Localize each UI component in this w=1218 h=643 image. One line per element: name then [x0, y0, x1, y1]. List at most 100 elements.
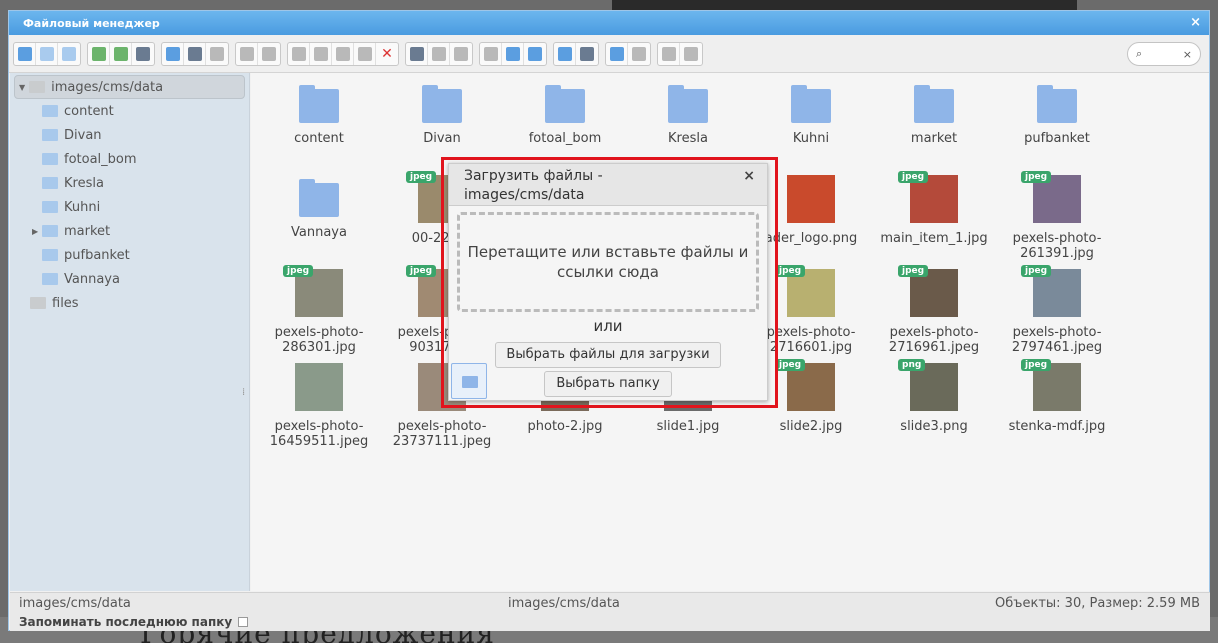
paste-button[interactable]	[332, 42, 354, 65]
select-icon	[431, 46, 446, 61]
file-item[interactable]: jpeg pexels-photo-261391.jpg	[997, 171, 1117, 261]
tree-item-files[interactable]: files	[10, 291, 249, 315]
file-name: Kresla	[668, 131, 708, 146]
file-type-badge: png	[898, 359, 926, 371]
up-button[interactable]	[58, 43, 80, 65]
folder-item[interactable]: Divan	[382, 81, 502, 146]
archive-button[interactable]	[628, 43, 650, 65]
tree-item-content[interactable]: content	[10, 99, 249, 123]
file-item[interactable]: jpeg pexels-photo-2797461.jpeg	[997, 265, 1117, 355]
resize-button[interactable]	[450, 43, 472, 65]
folder-item[interactable]: Kuhni	[751, 81, 871, 146]
file-type-badge: jpeg	[406, 265, 437, 277]
splitter-handle[interactable]: ⁞	[242, 387, 245, 398]
remember-folder-label: Запоминать последнюю папку	[19, 614, 233, 629]
tree-item-fotoal_bom[interactable]: fotoal_bom	[10, 147, 249, 171]
file-item[interactable]: pexels-photo-16459511.jpeg	[259, 363, 379, 449]
file-item[interactable]: jpeg pexels-photo-286301.jpg	[259, 265, 379, 355]
view-icons-icon	[483, 46, 498, 61]
folder-item[interactable]: pufbanket	[997, 81, 1117, 146]
toolbar-group	[605, 41, 651, 66]
folder-item[interactable]: content	[259, 81, 379, 146]
back-button[interactable]	[14, 42, 36, 65]
file-name: content	[294, 131, 344, 146]
file-type-badge: jpeg	[1021, 359, 1052, 371]
drive-icon	[29, 81, 46, 93]
cut-button[interactable]	[310, 42, 332, 65]
tree-item-label: Kuhni	[64, 199, 101, 215]
duplicate-icon	[409, 46, 424, 61]
toolbar: ✕ ⌕ ×	[9, 35, 1209, 73]
tree-item-kresla[interactable]: Kresla	[10, 171, 249, 195]
folder-item[interactable]: Kresla	[628, 81, 748, 146]
folder-item[interactable]: Vannaya	[259, 175, 379, 240]
status-path: images/cms/data	[19, 596, 131, 611]
view-list-icon	[528, 46, 542, 61]
mkfile-button[interactable]	[88, 42, 110, 65]
up-icon	[62, 46, 76, 61]
rename-button[interactable]	[606, 42, 628, 65]
empty-button[interactable]: ✕	[376, 43, 398, 65]
file-item[interactable]: jpeg pexels-photo-2716961.jpeg	[874, 265, 994, 355]
file-name: pexels-photo-286301.jpg	[274, 325, 364, 355]
expand-icon[interactable]: ▶	[32, 227, 38, 236]
copy-button[interactable]	[288, 42, 310, 65]
file-item[interactable]: jpeg stenka-mdf.jpg	[997, 359, 1117, 434]
file-type-badge: jpeg	[898, 171, 929, 183]
folder-icon	[299, 85, 339, 123]
preview-button[interactable]	[554, 42, 576, 65]
copy-icon	[291, 46, 306, 61]
file-name: pexels-photo-2797461.jpeg	[1011, 325, 1103, 355]
image-thumbnail	[787, 175, 835, 223]
folder-icon	[914, 85, 954, 123]
help-button[interactable]	[680, 43, 702, 65]
toolbar-group	[235, 41, 281, 66]
tree-item-kuhni[interactable]: Kuhni	[10, 195, 249, 219]
tree-item-vannaya[interactable]: Vannaya	[10, 267, 249, 291]
undo-button[interactable]	[236, 42, 258, 65]
remember-folder-checkbox[interactable]	[238, 616, 249, 627]
folder-icon	[42, 273, 58, 285]
caret-down-icon[interactable]: ▼	[19, 83, 25, 92]
search-clear-icon[interactable]: ×	[1183, 48, 1192, 61]
open-button[interactable]	[162, 42, 184, 65]
image-thumbnail: png	[898, 359, 958, 411]
view-list-button[interactable]	[524, 43, 546, 65]
tree-root[interactable]: ▼ images/cms/data	[14, 75, 245, 99]
file-item[interactable]: png slide3.png	[874, 359, 994, 434]
save-button[interactable]	[184, 42, 206, 65]
edit-button[interactable]	[206, 43, 228, 65]
file-item[interactable]: jpeg main_item_1.jpg	[874, 171, 994, 246]
tree-item-label: Kresla	[64, 175, 104, 191]
select-button[interactable]	[428, 42, 450, 65]
mkdir-button[interactable]	[110, 42, 132, 65]
search-input[interactable]: ⌕ ×	[1127, 42, 1201, 66]
tree-item-label: pufbanket	[64, 247, 130, 263]
file-name: Divan	[423, 131, 461, 146]
status-bar: images/cms/data images/cms/data Объекты:…	[10, 592, 1210, 612]
folder-item[interactable]: market	[874, 81, 994, 146]
status-path-center: images/cms/data	[508, 596, 620, 611]
folder-item[interactable]: fotoal_bom	[505, 81, 625, 146]
settings-button[interactable]	[658, 42, 680, 65]
file-type-badge: jpeg	[775, 359, 806, 371]
image-thumbnail: jpeg	[1021, 171, 1081, 223]
view-small-button[interactable]	[502, 42, 524, 65]
folder-icon	[668, 85, 708, 123]
tree-item-label: content	[64, 103, 114, 119]
mkdir-icon	[113, 46, 128, 61]
folder-icon	[42, 105, 58, 117]
window-title: Файловый менеджер	[23, 16, 160, 30]
duplicate-button[interactable]	[406, 42, 428, 65]
view-buttons-icon[interactable]	[480, 42, 502, 65]
info-button[interactable]	[576, 43, 598, 65]
info-icon	[580, 46, 594, 61]
window-close-icon[interactable]: ×	[1190, 15, 1201, 30]
redo-button[interactable]	[258, 43, 280, 65]
delete-button[interactable]	[354, 42, 376, 65]
tree-item-pufbanket[interactable]: pufbanket	[10, 243, 249, 267]
tree-item-market[interactable]: ▶ market	[10, 219, 249, 243]
forward-button[interactable]	[36, 42, 58, 65]
tree-item-divan[interactable]: Divan	[10, 123, 249, 147]
upload-button[interactable]	[132, 43, 154, 65]
